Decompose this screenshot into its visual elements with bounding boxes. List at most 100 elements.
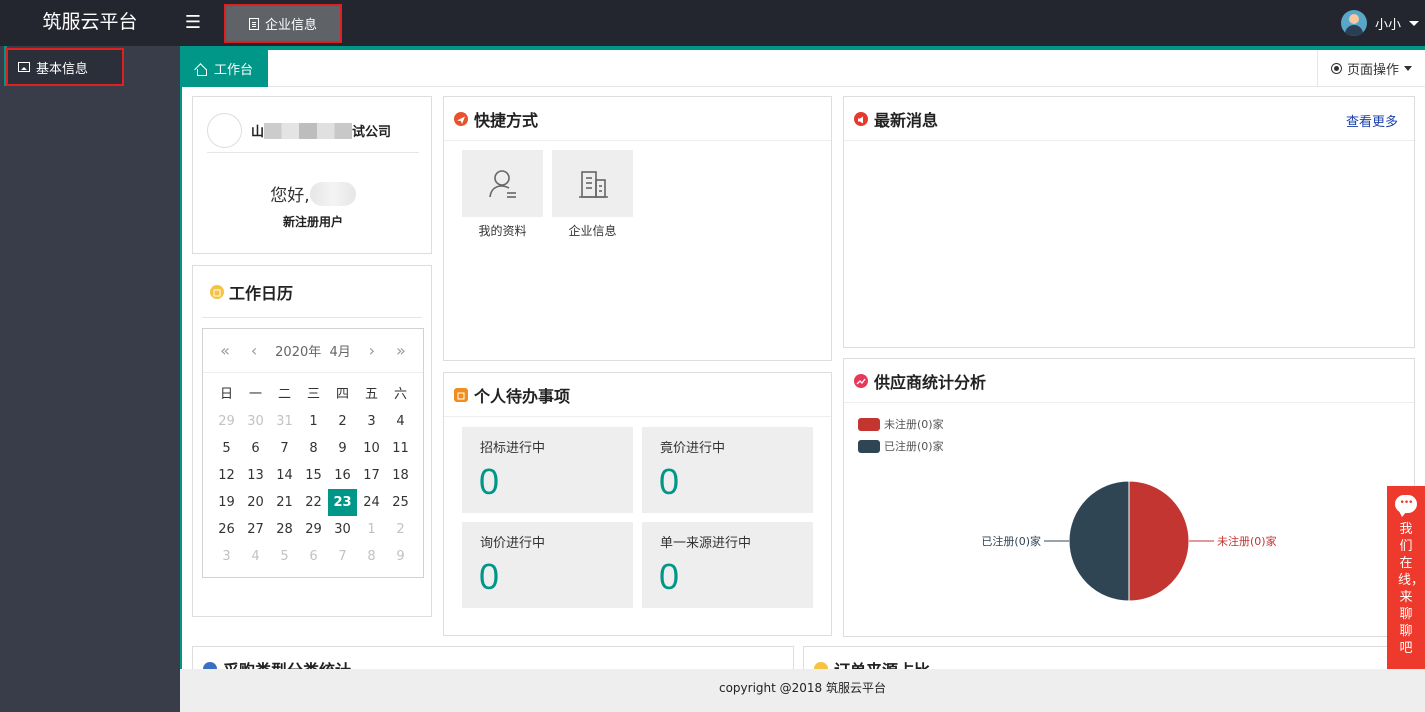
shortcut-label[interactable]: 企业信息 <box>552 222 633 239</box>
calendar-year-month[interactable]: 2020年 4月 <box>275 341 351 360</box>
calendar-day[interactable]: 6 <box>241 435 270 462</box>
calendar-day[interactable]: 3 <box>212 543 241 570</box>
calendar-day[interactable]: 12 <box>212 462 241 489</box>
calendar-day[interactable]: 9 <box>386 543 415 570</box>
calendar-day[interactable]: 30 <box>328 516 357 543</box>
prev-year-icon[interactable]: « <box>217 341 233 360</box>
calendar-day[interactable]: 16 <box>328 462 357 489</box>
shortcut-box[interactable] <box>462 150 543 217</box>
pie-slice[interactable] <box>1128 480 1190 602</box>
chat-bubble-icon[interactable] <box>1395 495 1417 517</box>
calendar-day[interactable]: 29 <box>212 408 241 435</box>
calendar-day[interactable]: 27 <box>241 516 270 543</box>
calendar-weekday: 五 <box>364 387 378 402</box>
calendar-day[interactable]: 7 <box>270 435 299 462</box>
calendar-day[interactable]: 17 <box>357 462 386 489</box>
chat-label[interactable]: 我们在线，来聊聊吧 <box>1398 521 1424 657</box>
calendar-day[interactable]: 18 <box>386 462 415 489</box>
calendar-day[interactable]: 2 <box>328 408 357 435</box>
calendar-header: 工作日历 <box>202 266 422 318</box>
calendar-day[interactable]: 4 <box>386 408 415 435</box>
latest-news-card: 最新消息 查看更多 <box>843 96 1415 348</box>
shortcuts-title: 快捷方式 <box>474 110 539 130</box>
calendar-day[interactable]: 28 <box>270 516 299 543</box>
sidebar: 基本信息 <box>0 46 180 712</box>
calendar-day[interactable]: 29 <box>299 516 328 543</box>
calendar-day[interactable]: 20 <box>241 489 270 516</box>
calendar-day[interactable]: 25 <box>386 489 415 516</box>
shortcut-company-info[interactable]: 企业信息 <box>552 150 633 239</box>
calendar-day[interactable]: 19 <box>212 489 241 516</box>
shortcut-my-profile[interactable]: 我的资料 <box>462 150 543 239</box>
calendar-day[interactable]: 31 <box>270 408 299 435</box>
todo-item-inquiry[interactable]: 询价进行中 0 <box>462 522 633 608</box>
calendar-year[interactable]: 2020年 <box>275 345 321 360</box>
supplier-stats-card: 供应商统计分析 未注册(0)家 已注册(0)家 未注册(0)家 已注册(0)家 <box>843 358 1415 637</box>
calendar-day[interactable]: 11 <box>386 435 415 462</box>
calendar-day[interactable]: 7 <box>328 543 357 570</box>
view-more-link[interactable]: 查看更多 <box>1346 111 1398 130</box>
calendar-day[interactable]: 30 <box>241 408 270 435</box>
user-menu[interactable]: 小小 <box>1340 10 1419 36</box>
calendar-weekday: 四 <box>335 387 349 402</box>
calendar-day[interactable]: 5 <box>270 543 299 570</box>
todo-title: 个人待办事项 <box>474 386 571 406</box>
todo-item-single-source[interactable]: 单一来源进行中 0 <box>642 522 813 608</box>
calendar-grid: 日一二三四五六 29 30 31 1 2 3 4 5 6 7 8 9 10 11 12 13 14 15 16 17 18… <box>203 373 423 570</box>
todo-count: 0 <box>479 461 500 502</box>
app-logo[interactable]: 筑服云平台 <box>0 0 180 46</box>
todo-label: 竟价进行中 <box>660 441 726 456</box>
calendar-day[interactable]: 8 <box>357 543 386 570</box>
calendar-day[interactable]: 6 <box>299 543 328 570</box>
chevron-down-icon <box>1404 66 1412 71</box>
news-title: 最新消息 <box>874 110 939 130</box>
calendar-weekday: 三 <box>306 387 320 402</box>
sidebar-item-basic-info[interactable]: 基本信息 <box>6 48 124 86</box>
todo-label: 单一来源进行中 <box>660 536 752 551</box>
next-month-icon[interactable]: › <box>364 341 380 360</box>
calendar-day[interactable]: 22 <box>299 489 328 516</box>
calendar-day[interactable]: 21 <box>270 489 299 516</box>
calendar-day[interactable]: 1 <box>299 408 328 435</box>
company-row: 山 试公司 <box>207 109 419 153</box>
calendar-day[interactable]: 5 <box>212 435 241 462</box>
pie-slice[interactable] <box>1068 480 1130 602</box>
page-operations-menu[interactable]: 页面操作 <box>1317 50 1425 87</box>
todo-item-bidding[interactable]: 招标进行中 0 <box>462 427 633 513</box>
calendar-widget: « ‹ 2020年 4月 › » 日一二三四五六 29 30 31 1 2 3 4 5 6 7 8 9 1… <box>202 328 424 578</box>
next-year-icon[interactable]: » <box>393 341 409 360</box>
tab-workbench[interactable]: 工作台 <box>180 50 268 87</box>
calendar-day[interactable]: 10 <box>357 435 386 462</box>
calendar-day[interactable]: 26 <box>212 516 241 543</box>
calendar-month[interactable]: 4月 <box>330 345 351 360</box>
avatar[interactable] <box>1340 10 1367 36</box>
page-tab-bar: 工作台 页面操作 <box>180 46 1425 87</box>
redacted-text <box>264 122 353 139</box>
calendar-day[interactable]: 2 <box>386 516 415 543</box>
pie-slice-label: 已注册(0)家 <box>981 534 1041 548</box>
todo-count: 0 <box>479 556 500 597</box>
prev-month-icon[interactable]: ‹ <box>246 341 262 360</box>
calendar-day[interactable]: 4 <box>241 543 270 570</box>
chevron-down-icon[interactable] <box>1409 20 1419 26</box>
calendar-day[interactable]: 3 <box>357 408 386 435</box>
calendar-day[interactable]: 1 <box>357 516 386 543</box>
calendar-day[interactable]: 23 <box>328 489 357 516</box>
top-tab-company-info[interactable]: 企业信息 <box>224 4 342 43</box>
menu-toggle-icon[interactable]: ☰ <box>184 12 202 34</box>
online-chat-button[interactable]: 我们在线，来聊聊吧 <box>1387 486 1425 669</box>
todo-count: 0 <box>659 461 680 502</box>
calendar-day[interactable]: 14 <box>270 462 299 489</box>
calendar-day[interactable]: 13 <box>241 462 270 489</box>
calendar-day[interactable]: 8 <box>299 435 328 462</box>
calendar-day[interactable]: 24 <box>357 489 386 516</box>
user-name[interactable]: 小小 <box>1375 14 1401 33</box>
shortcut-label[interactable]: 我的资料 <box>462 222 543 239</box>
calendar-day[interactable]: 15 <box>299 462 328 489</box>
legend-item-unregistered[interactable]: 未注册(0)家 <box>858 416 944 432</box>
shortcut-box[interactable] <box>552 150 633 217</box>
todo-item-auction[interactable]: 竟价进行中 0 <box>642 427 813 513</box>
calendar-weekday: 二 <box>277 387 291 402</box>
company-name-suffix: 试公司 <box>352 125 392 140</box>
calendar-day[interactable]: 9 <box>328 435 357 462</box>
